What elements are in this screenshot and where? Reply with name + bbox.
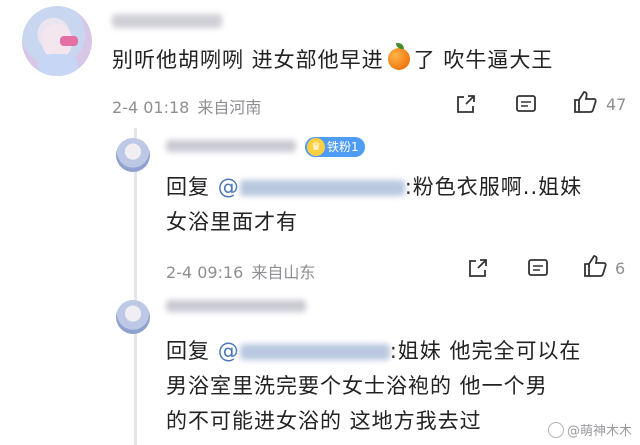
- reply1-prefix: 回复: [166, 175, 210, 199]
- reply2-name-blurred[interactable]: [166, 300, 306, 312]
- reply1-mention-at: @: [217, 175, 240, 199]
- reply1-mention[interactable]: @: [218, 175, 405, 199]
- reply2-text: 回复 @ :姐妹 他完全可以在 男浴室里洗完要个女士浴袍的 他一个男 的不可能进女…: [166, 334, 581, 439]
- fan-badge-label: 铁粉1: [327, 140, 359, 154]
- reply1-like-count: 6: [615, 259, 626, 278]
- reply1-location: 来自山东: [251, 263, 316, 282]
- orange-emoji-icon: [387, 43, 410, 70]
- reply2-text-line2: 男浴室里洗完要个女士浴袍的 他一个男: [166, 374, 548, 398]
- like-icon[interactable]: [572, 90, 598, 114]
- avatar-bow: [60, 36, 78, 46]
- main-comment-location: 来自河南: [197, 98, 262, 117]
- reply1-meta: 2-4 09:16 来自山东: [166, 259, 315, 283]
- main-comment-text: 别听他胡咧咧 进女部他早进 了 吹牛逼大王: [112, 43, 554, 74]
- reply1-text-line2: 女浴里面才有: [166, 210, 298, 234]
- reply1-like-icon[interactable]: [582, 254, 608, 278]
- reply1-mention-blurred: [239, 180, 405, 196]
- fan-badge: ♛ 铁粉1: [305, 137, 365, 157]
- reply1-text: 回复 @ :粉色衣服啊..姐妹 女浴里面才有: [166, 170, 582, 240]
- reply1-line1: 回复 @ :粉色衣服啊..姐妹: [166, 170, 582, 205]
- crown-icon: ♛: [307, 138, 325, 156]
- reply2-mention-blurred: [239, 344, 390, 360]
- thread-line: [134, 128, 137, 445]
- reply2-avatar[interactable]: [116, 300, 150, 334]
- main-comment-text-after: 了 吹牛逼大王: [413, 48, 554, 72]
- reply2-line1: 回复 @ :姐妹 他完全可以在: [166, 334, 581, 369]
- reply1-comment-icon[interactable]: [527, 258, 549, 278]
- reply1-date: 2-4 09:16: [166, 263, 244, 282]
- reply1-share-icon[interactable]: [467, 258, 489, 278]
- comment-icon[interactable]: [515, 94, 537, 114]
- reply2-text-line3: 的不可能进女浴的 这地方我去过: [166, 409, 482, 433]
- main-comment-text-before: 别听他胡咧咧 进女部他早进: [112, 48, 384, 72]
- share-icon[interactable]: [455, 94, 477, 114]
- watermark: @萌神木木: [547, 420, 632, 439]
- reply1-text-line1: :粉色衣服啊..姐妹: [404, 175, 583, 199]
- main-comment-meta: 2-4 01:18 来自河南: [112, 94, 261, 118]
- commenter-name-blurred[interactable]: [112, 14, 222, 28]
- reply1-name-blurred[interactable]: [166, 140, 296, 152]
- watermark-logo-icon: [547, 422, 564, 438]
- main-comment-date: 2-4 01:18: [112, 98, 190, 117]
- watermark-text: @萌神木木: [566, 424, 632, 439]
- reply2-mention-at: @: [217, 339, 240, 363]
- reply2-prefix: 回复: [166, 339, 210, 363]
- main-like-count: 47: [606, 95, 627, 114]
- reply1-avatar[interactable]: [116, 138, 150, 172]
- avatar-body: [38, 54, 78, 76]
- commenter-avatar[interactable]: [22, 6, 92, 76]
- reply2-mention[interactable]: @: [218, 339, 390, 363]
- reply2-text-line1: :姐妹 他完全可以在: [389, 339, 582, 363]
